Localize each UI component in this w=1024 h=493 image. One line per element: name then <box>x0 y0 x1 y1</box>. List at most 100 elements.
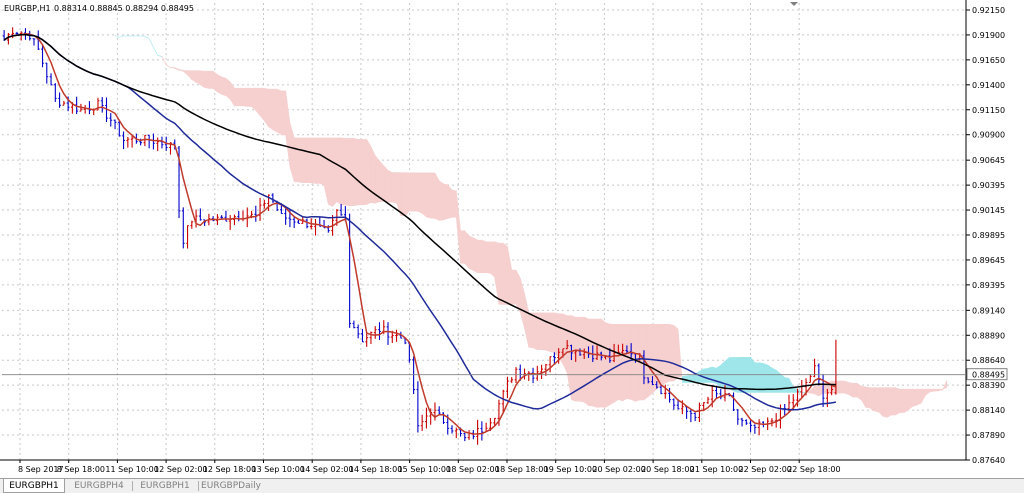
ichimoku-cloud-segment <box>596 318 602 408</box>
ichimoku-cloud-segment <box>652 324 658 394</box>
ichimoku-cloud-segment <box>605 322 611 408</box>
ichimoku-cloud-segment <box>502 242 508 305</box>
y-axis-tick-label: 0.87890 <box>972 431 1005 440</box>
ichimoku-cloud-segment <box>541 312 547 351</box>
ichimoku-cloud-segment <box>613 324 619 403</box>
y-axis-tick-label: 0.89895 <box>972 231 1005 240</box>
ichimoku-cloud-segment <box>869 387 875 412</box>
y-axis-tick-label: 0.89645 <box>972 256 1005 265</box>
ichimoku-cloud-segment <box>844 380 849 395</box>
x-axis-tick-label: 21 Sep 10:00 <box>690 465 743 474</box>
ichimoku-cloud-segment <box>212 70 218 93</box>
ichimoku-cloud-segment <box>933 388 939 392</box>
x-axis-tick-label: 20 Sep 18:00 <box>641 465 694 474</box>
ichimoku-cloud-segment <box>468 235 474 271</box>
ichimoku-cloud-segment <box>409 172 414 212</box>
current-price-tag: 0.88495 <box>966 368 1008 381</box>
x-axis-tick-label: 11 Sep 10:00 <box>105 465 158 474</box>
ichimoku-cloud-segment <box>865 386 871 409</box>
x-axis-tick-label: 12 Sep 02:00 <box>154 465 207 474</box>
y-axis-tick-label: 0.92150 <box>972 6 1005 15</box>
x-axis-tick-label: 15 Sep 10:00 <box>398 465 451 474</box>
ichimoku-cloud-segment <box>340 137 346 206</box>
tab-eurgbp-h4[interactable]: EURGBPH4 <box>68 479 130 493</box>
ichimoku-cloud-segment <box>332 137 338 208</box>
y-axis-tick-label: 0.89395 <box>972 281 1005 290</box>
x-axis-tick-label: 14 Sep 02:00 <box>300 465 353 474</box>
ichimoku-cloud-segment <box>268 88 274 131</box>
ichimoku-cloud-segment <box>899 388 905 413</box>
y-axis-tick-label: 0.91400 <box>972 81 1005 90</box>
x-axis-tick-label: 19 Sep 10:00 <box>544 465 597 474</box>
ichimoku-cloud-segment <box>421 172 427 218</box>
y-axis-tick-label: 0.87640 <box>972 456 1005 465</box>
ichimoku-cloud-segment <box>234 87 240 107</box>
ichimoku-cloud-segment <box>916 388 922 406</box>
ichimoku-cloud-segment <box>426 172 431 219</box>
ichimoku-cloud-segment <box>835 380 841 394</box>
ichimoku-cloud-segment <box>417 172 423 214</box>
current-price-label: 0.88495 <box>972 371 1005 380</box>
y-axis-tick-label: 0.91150 <box>972 106 1005 115</box>
ichimoku-cloud-segment <box>281 90 286 136</box>
ichimoku-cloud-segment <box>562 313 568 374</box>
price-chart[interactable]: 0.92150 0.91900 0.91650 0.91400 0.91150 0.909… <box>0 0 1024 478</box>
ichimoku-cloud-segment <box>473 237 478 274</box>
y-axis-tick-label: 0.90145 <box>972 206 1005 215</box>
ichimoku-cloud-segment <box>319 137 325 186</box>
tab-eurgbp-daily[interactable]: EURGBPDaily <box>200 479 262 493</box>
ichimoku-cloud-segment <box>601 318 606 408</box>
y-axis-tick-label: 0.90395 <box>972 181 1005 190</box>
ichimoku-cloud-segment <box>912 388 918 407</box>
ichimoku-cloud-segment <box>379 160 385 202</box>
x-axis-tick-label: 22 Sep 02:00 <box>739 465 792 474</box>
ichimoku-cloud-segment <box>272 88 278 133</box>
x-axis-tick-label: 18 Sep 02:00 <box>446 465 499 474</box>
ichimoku-cloud-segment <box>315 137 321 184</box>
ichimoku-cloud-segment <box>362 139 367 206</box>
ichimoku-cloud-segment <box>571 315 577 402</box>
tab-separator <box>132 481 133 491</box>
ichimoku-cloud-segment <box>391 172 397 204</box>
tab-eurgbp-h1-active[interactable]: EURGBPH1 <box>3 479 65 493</box>
ichimoku-cloud-segment <box>763 362 768 393</box>
ichimoku-cloud-segment <box>664 324 670 384</box>
ichimoku-cloud-segment <box>238 87 244 107</box>
x-axis-tick-label: 13 Sep 10:00 <box>252 465 305 474</box>
ichimoku-cloud-segment <box>383 165 389 203</box>
ichimoku-cloud-segment <box>460 230 466 264</box>
ichimoku-cloud-segment <box>490 241 495 278</box>
ichimoku-cloud-segment <box>856 382 862 401</box>
ichimoku-cloud-segment <box>217 74 222 95</box>
ichimoku-cloud-segment <box>630 324 636 402</box>
ichimoku-cloud-segment <box>669 323 675 382</box>
ichimoku-cloud-segment <box>195 70 201 86</box>
x-axis-tick-label: 12 Sep 18:00 <box>203 465 256 474</box>
ichimoku-cloud-segment <box>200 70 205 89</box>
ichimoku-cloud-segment <box>814 385 820 397</box>
tab-eurgbp-h1-second[interactable]: EURGBPH1 <box>134 479 196 493</box>
ichimoku-cloud-segment <box>434 172 440 221</box>
ichimoku-cloud-segment <box>438 180 444 221</box>
ichimoku-cloud-segment <box>349 138 355 206</box>
ichimoku-cloud-segment <box>873 387 879 413</box>
ichimoku-cloud-segment <box>246 87 252 107</box>
ichimoku-cloud-segment <box>903 388 909 413</box>
chart-window[interactable]: 0.92150 0.91900 0.91650 0.91400 0.91150 0.909… <box>0 0 1024 493</box>
ichimoku-cloud-segment <box>754 362 760 393</box>
y-axis-tick-label: 0.90900 <box>972 131 1005 140</box>
ichimoku-cloud-segment <box>673 324 679 382</box>
ichimoku-cloud-segment <box>225 77 231 101</box>
ichimoku-cloud-segment <box>716 364 722 388</box>
y-axis-tick-label: 0.88140 <box>972 406 1005 415</box>
ichimoku-cloud-segment <box>259 87 265 122</box>
chart-tab-bar: EURGBPH1 EURGBPH4 EURGBPH1 EURGBPDaily <box>0 478 1024 493</box>
ichimoku-cloud-segment <box>387 170 393 203</box>
ichimoku-cloud-segment <box>511 269 517 305</box>
ichimoku-cloud-segment <box>242 87 248 107</box>
y-axis-tick-label: 0.88890 <box>972 331 1005 340</box>
ichimoku-cloud-segment <box>895 387 901 416</box>
ichimoku-cloud-segment <box>443 183 449 221</box>
ichimoku-cloud-segment <box>848 382 854 398</box>
y-axis-tick-label: 0.91650 <box>972 56 1005 65</box>
